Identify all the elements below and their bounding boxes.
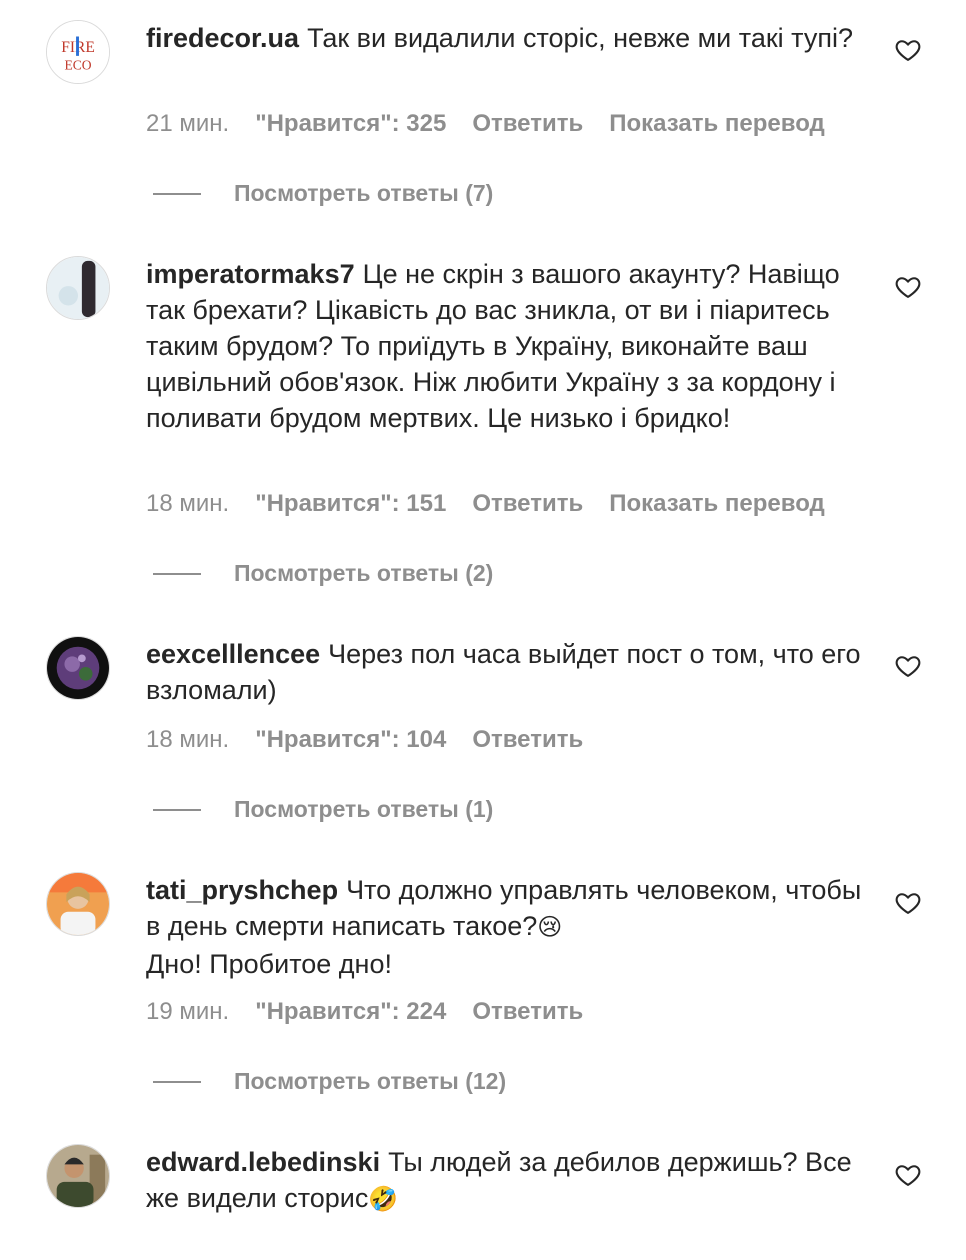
reply-button[interactable]: Ответить: [472, 490, 583, 518]
comment-text: eexcelllencee Через пол часа выйдет пост …: [146, 636, 876, 708]
comment-username[interactable]: firedecor.ua: [146, 23, 299, 53]
like-heart-icon[interactable]: [894, 889, 922, 917]
view-replies-label: Посмотреть ответы (12): [234, 1068, 507, 1094]
like-heart-icon[interactable]: [894, 652, 922, 680]
comment-text: imperatormaks7 Це не скрін з вашого акаун…: [146, 256, 876, 436]
svg-text:ECO: ECO: [64, 57, 91, 72]
view-replies-label: Посмотреть ответы (2): [234, 560, 494, 586]
avatar-image: [47, 637, 109, 699]
comment-likes[interactable]: "Нравится": 104: [255, 726, 446, 754]
view-replies-button[interactable]: Посмотреть ответы (7): [153, 180, 493, 207]
view-replies-label: Посмотреть ответы (7): [234, 180, 494, 206]
avatar[interactable]: [46, 636, 110, 700]
view-replies-button[interactable]: Посмотреть ответы (12): [153, 1068, 506, 1095]
avatar[interactable]: [46, 872, 110, 936]
like-heart-icon[interactable]: [894, 273, 922, 301]
comment-text: edward.lebedinski Ты людей за дебилов дер…: [146, 1144, 876, 1218]
replies-divider: [153, 572, 201, 575]
reply-button[interactable]: Ответить: [472, 726, 583, 754]
comment-text: tati_pryshchep Что должно управлять челов…: [146, 872, 876, 982]
reply-button[interactable]: Ответить: [472, 998, 583, 1026]
replies-divider: [153, 808, 201, 811]
avatar[interactable]: FIRE ECO: [46, 20, 110, 84]
crying-emoji: 😢: [537, 914, 563, 941]
comment-content: Так ви видалили сторіс, невже ми такі ту…: [307, 23, 853, 53]
comment-text: firedecor.ua Так ви видалили сторіс, невж…: [146, 20, 876, 56]
reply-button[interactable]: Ответить: [472, 110, 583, 138]
comment-likes[interactable]: "Нравится": 224: [255, 998, 446, 1026]
laughing-emoji: 🤣: [368, 1186, 399, 1213]
replies-divider: [153, 1080, 201, 1083]
comment-time: 19 мин.: [146, 998, 230, 1025]
comment-username[interactable]: eexcelllencee: [146, 639, 320, 669]
show-translation-button[interactable]: Показать перевод: [609, 110, 825, 138]
avatar[interactable]: [46, 1144, 110, 1208]
firedecor-logo: FIRE ECO: [47, 21, 109, 83]
avatar-image: [47, 257, 109, 319]
comment-username[interactable]: edward.lebedinski: [146, 1147, 380, 1177]
like-heart-icon[interactable]: [894, 1161, 922, 1189]
avatar-image: [47, 873, 109, 935]
comment-likes[interactable]: "Нравится": 325: [255, 110, 446, 138]
like-heart-icon[interactable]: [894, 36, 922, 64]
comment-likes[interactable]: "Нравится": 151: [255, 490, 446, 518]
comment-content-line2: Дно! Пробитое дно!: [146, 949, 392, 979]
comment-username[interactable]: imperatormaks7: [146, 259, 355, 289]
view-replies-button[interactable]: Посмотреть ответы (2): [153, 560, 493, 587]
comment-username[interactable]: tati_pryshchep: [146, 875, 338, 905]
view-replies-label: Посмотреть ответы (1): [234, 796, 494, 822]
replies-divider: [153, 192, 201, 195]
avatar[interactable]: [46, 256, 110, 320]
show-translation-button[interactable]: Показать перевод: [609, 490, 825, 518]
comment-time: 18 мин.: [146, 726, 230, 753]
view-replies-button[interactable]: Посмотреть ответы (1): [153, 796, 493, 823]
comment-time: 21 мин.: [146, 110, 230, 137]
comment-time: 18 мин.: [146, 490, 230, 517]
avatar-image: [47, 1145, 109, 1207]
